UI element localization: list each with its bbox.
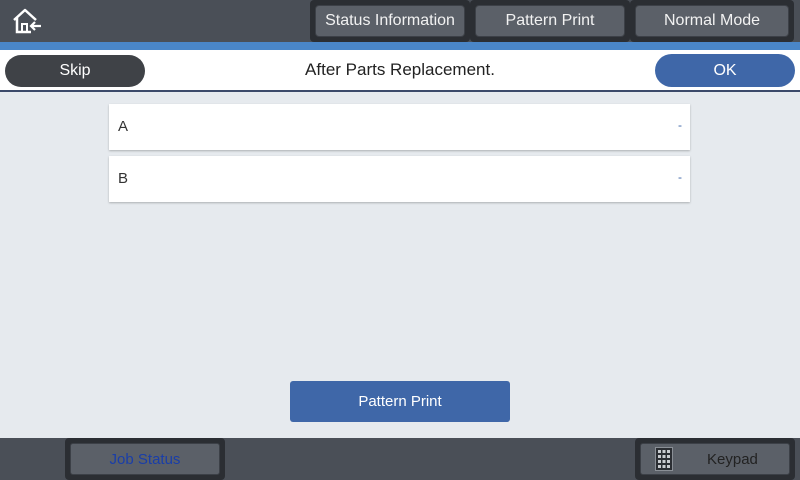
- pattern-print-top-button[interactable]: Pattern Print: [475, 5, 625, 37]
- bottom-bar: Job Status Keypad: [0, 438, 800, 480]
- list-item-value: -: [678, 118, 682, 132]
- home-button[interactable]: [8, 5, 46, 37]
- list-item-b[interactable]: B -: [109, 156, 690, 202]
- list-item-label: B: [118, 170, 129, 187]
- pattern-print-top-button-frame: Pattern Print: [470, 0, 630, 42]
- job-status-button-frame: Job Status: [65, 438, 225, 480]
- list-item-label: A: [118, 118, 129, 135]
- pattern-print-button[interactable]: Pattern Print: [290, 381, 510, 422]
- top-bar: Status Information Pattern Print Normal …: [0, 0, 800, 42]
- accent-strip: [0, 42, 800, 50]
- status-information-button[interactable]: Status Information: [315, 5, 465, 37]
- list-item-a[interactable]: A -: [109, 104, 690, 150]
- list-item-value: -: [678, 170, 682, 184]
- keypad-icon: [655, 447, 673, 471]
- keypad-button-frame: Keypad: [635, 438, 795, 480]
- keypad-label: Keypad: [707, 450, 758, 468]
- page-title: After Parts Replacement.: [305, 60, 495, 79]
- skip-button[interactable]: Skip: [5, 55, 145, 87]
- home-back-icon: [13, 8, 41, 34]
- keypad-button[interactable]: Keypad: [640, 443, 790, 475]
- screen-header: Skip After Parts Replacement. OK: [0, 50, 800, 92]
- ok-button[interactable]: OK: [655, 54, 795, 87]
- job-status-button[interactable]: Job Status: [70, 443, 220, 475]
- normal-mode-button[interactable]: Normal Mode: [635, 5, 789, 37]
- status-information-button-frame: Status Information: [310, 0, 470, 42]
- normal-mode-button-frame: Normal Mode: [630, 0, 794, 42]
